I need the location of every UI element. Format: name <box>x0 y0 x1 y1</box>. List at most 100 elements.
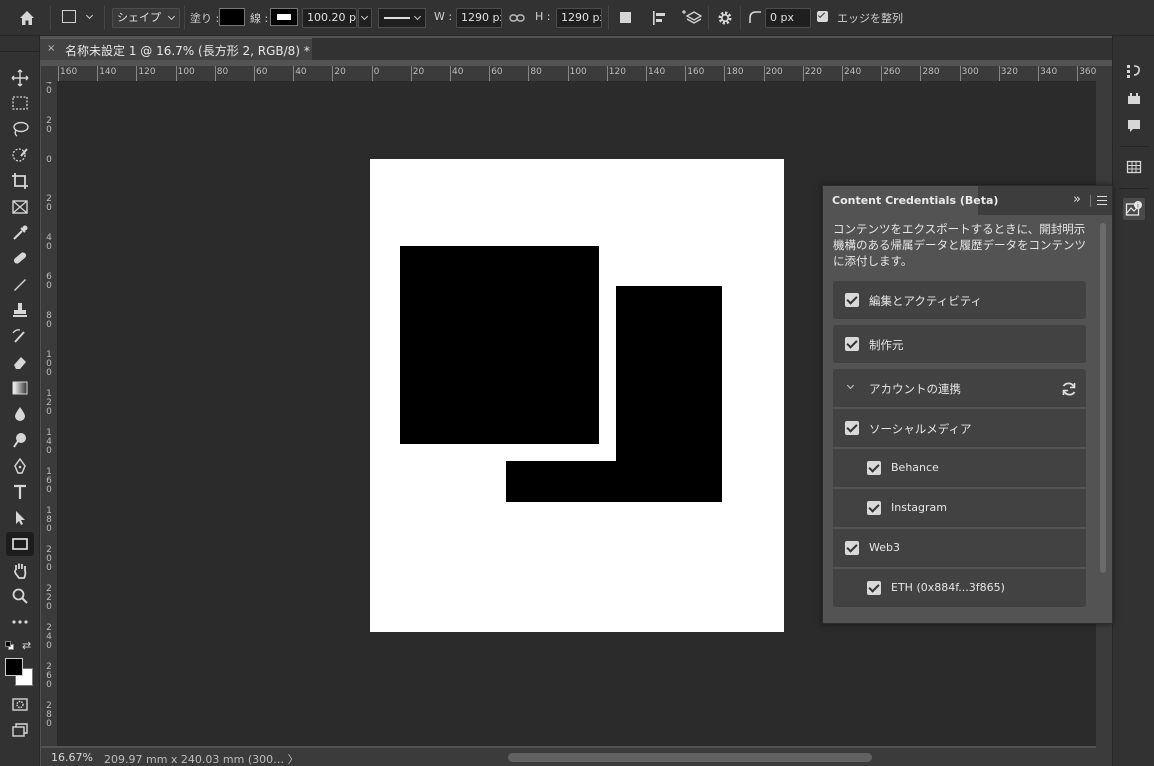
gradient-tool[interactable] <box>6 376 34 400</box>
refresh-icon[interactable] <box>1060 380 1078 398</box>
web3-label: Web3 <box>869 541 900 554</box>
history-brush-tool[interactable] <box>6 324 34 348</box>
corner-radius-field[interactable]: 0 px <box>765 8 811 28</box>
brush-tool[interactable] <box>6 272 34 296</box>
ruler-tick <box>881 66 883 81</box>
properties-panel-button[interactable] <box>1123 88 1145 110</box>
social-media-label: ソーシャルメディア <box>869 422 972 436</box>
document-canvas[interactable] <box>370 159 784 632</box>
marquee-icon <box>12 96 28 110</box>
more-tools-button[interactable] <box>6 610 34 634</box>
behance-item[interactable]: Behance <box>833 449 1086 488</box>
settings-button[interactable] <box>716 9 734 27</box>
type-tool[interactable] <box>6 480 34 504</box>
panel-tab[interactable]: Content Credentials (Beta) <box>823 186 998 215</box>
ruler-tick <box>724 66 726 81</box>
eth-wallet-item[interactable]: ETH (0x884f...3f865) <box>833 569 1086 608</box>
ruler-label: 2 0 <box>46 194 52 213</box>
tool-preset-picker[interactable] <box>60 8 100 28</box>
instagram-checkbox[interactable] <box>867 501 881 515</box>
ruler-tick <box>293 66 295 81</box>
path-selection-tool[interactable] <box>6 506 34 530</box>
zoom-level[interactable]: 16.67% <box>51 751 93 764</box>
edits-checkbox[interactable] <box>845 293 859 307</box>
stroke-width-field[interactable]: 100.20 px <box>302 8 357 28</box>
table-panel-button[interactable] <box>1123 156 1145 178</box>
zoom-tool[interactable] <box>6 584 34 608</box>
ruler-label: 2 4 0 <box>46 623 52 651</box>
expand-panel-icon[interactable]: » <box>1073 192 1081 207</box>
close-tab-icon[interactable]: × <box>47 43 55 54</box>
history-panel-button[interactable] <box>1123 60 1145 82</box>
clone-stamp-tool[interactable] <box>6 298 34 322</box>
stroke-type-select[interactable] <box>378 8 426 28</box>
ruler-label: 120 <box>608 67 626 77</box>
ruler-label: 180 <box>726 67 744 77</box>
path-operations-button[interactable] <box>618 10 636 28</box>
social-media-checkbox[interactable] <box>845 421 859 435</box>
comments-panel-button[interactable] <box>1123 115 1145 137</box>
horizontal-scrollbar-thumb[interactable] <box>508 753 872 762</box>
ruler-label: 1 4 0 <box>46 428 52 456</box>
foreground-color-swatch[interactable] <box>5 658 23 676</box>
rectangle-icon <box>12 538 28 550</box>
rectangle-2-horizontal[interactable] <box>506 461 722 502</box>
panel-scrollbar[interactable] <box>1100 223 1106 573</box>
content-credentials-panel-button[interactable]: i <box>1123 198 1145 220</box>
brush-icon <box>14 279 26 291</box>
home-button[interactable] <box>16 7 38 29</box>
type-icon <box>14 484 26 499</box>
checkmark-icon <box>817 10 826 19</box>
panel-menu-icon[interactable] <box>1097 196 1107 205</box>
instagram-item[interactable]: Instagram <box>833 489 1086 528</box>
link-dimensions-button[interactable] <box>508 10 526 26</box>
path-arrangement-button[interactable] <box>682 8 704 28</box>
panel-title: Content Credentials (Beta) <box>832 194 999 207</box>
eyedropper-tool[interactable] <box>6 221 34 245</box>
rectangle-1[interactable] <box>400 246 599 444</box>
producer-checkbox[interactable] <box>845 337 859 351</box>
accounts-section-label: アカウントの連携 <box>869 382 961 396</box>
web3-item[interactable]: Web3 <box>833 529 1086 568</box>
stroke-swatch[interactable] <box>270 8 298 26</box>
object-selection-tool[interactable] <box>6 143 34 167</box>
dodge-tool[interactable] <box>6 428 34 452</box>
pen-tool[interactable] <box>6 454 34 478</box>
hand-tool[interactable] <box>6 558 34 582</box>
accounts-section-header[interactable]: アカウントの連携 <box>833 369 1086 408</box>
web3-checkbox[interactable] <box>845 541 859 555</box>
stroke-width-dropdown[interactable] <box>358 8 372 28</box>
fill-swatch[interactable] <box>219 8 245 26</box>
path-alignment-button[interactable] <box>650 8 670 28</box>
eth-checkbox[interactable] <box>867 581 881 595</box>
document-size-info[interactable]: 209.97 mm x 240.03 mm (300… 〉 <box>104 751 299 766</box>
eraser-tool[interactable] <box>6 350 34 374</box>
behance-checkbox[interactable] <box>867 461 881 475</box>
credential-item-producer[interactable]: 制作元 <box>833 325 1086 364</box>
swap-colors-icon[interactable]: ⇄ <box>22 639 31 652</box>
ruler-label: 280 <box>922 67 940 77</box>
ruler-tick <box>58 66 59 81</box>
credential-item-edits[interactable]: 編集とアクティビティ <box>833 281 1086 320</box>
screen-mode-button[interactable] <box>6 718 34 742</box>
lasso-tool[interactable] <box>6 117 34 141</box>
default-colors-icon[interactable] <box>5 641 14 650</box>
crop-tool[interactable] <box>6 169 34 193</box>
width-label: W : <box>434 10 453 23</box>
document-tab[interactable]: × 名称未設定 1 @ 16.7% (長方形 2, RGB/8) * <box>40 38 312 60</box>
mode-select[interactable]: シェイプ <box>112 8 180 28</box>
rectangle-tool[interactable] <box>6 532 34 556</box>
home-icon <box>20 11 34 25</box>
align-edges-checkbox[interactable] <box>817 10 828 22</box>
width-field[interactable]: 1290 px <box>456 8 502 28</box>
move-tool[interactable] <box>6 66 34 90</box>
blur-tool[interactable] <box>6 402 34 426</box>
frame-tool[interactable] <box>6 195 34 219</box>
social-media-item[interactable]: ソーシャルメディア <box>833 409 1086 448</box>
ruler-label: 2 0 0 <box>46 545 52 573</box>
ruler-label: 220 <box>804 67 822 77</box>
height-field[interactable]: 1290 px <box>556 8 602 28</box>
healing-brush-tool[interactable] <box>6 246 34 270</box>
quick-mask-button[interactable] <box>6 692 34 716</box>
marquee-tool[interactable] <box>6 91 34 115</box>
